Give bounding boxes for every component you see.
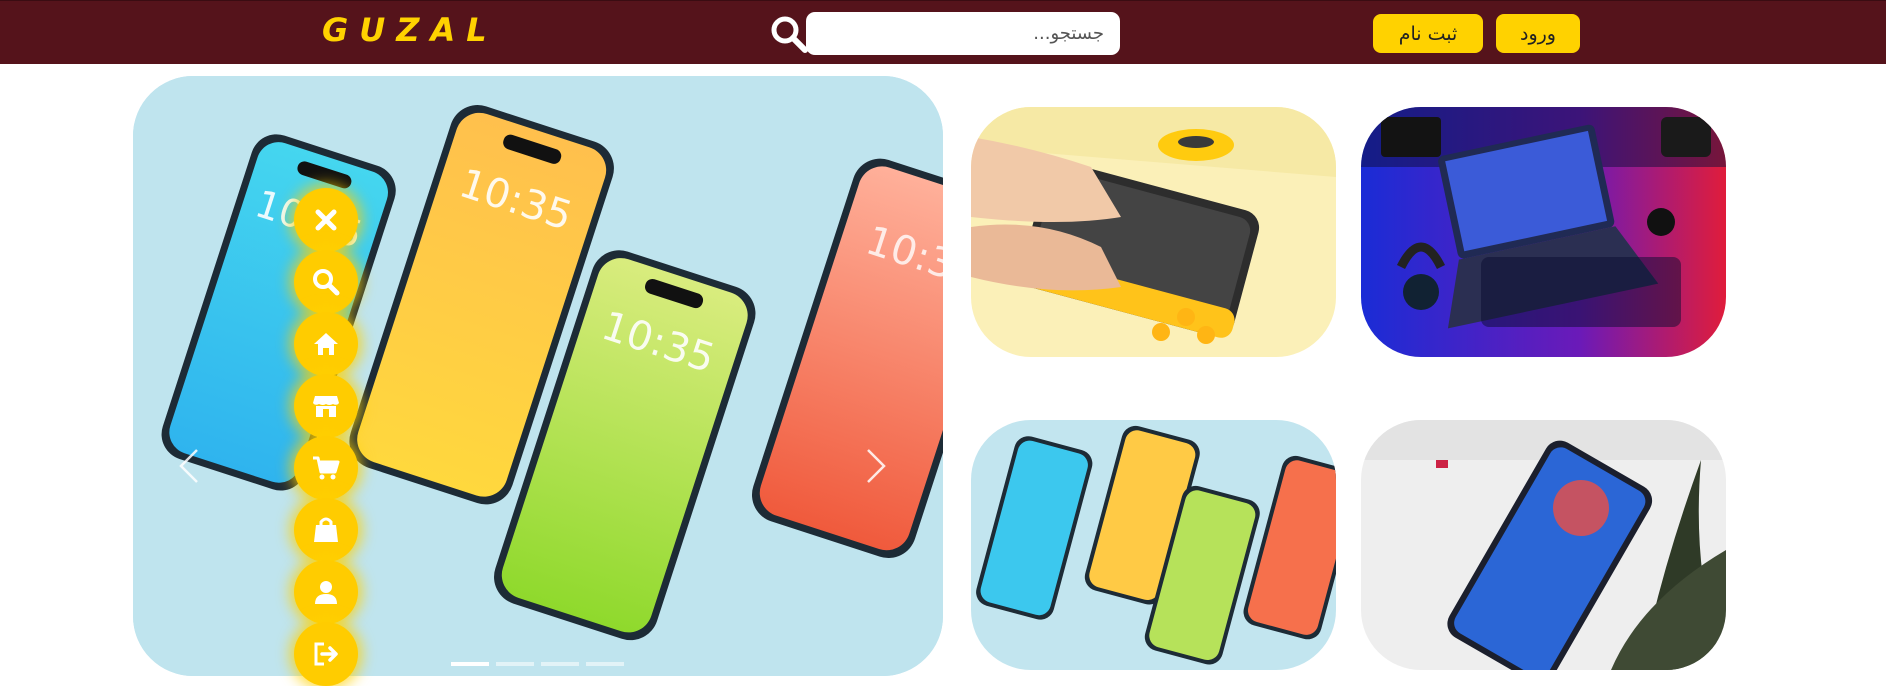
chevron-right-icon[interactable]	[860, 446, 890, 486]
site-logo[interactable]: GUZAL	[322, 11, 498, 49]
register-button[interactable]: ثبت نام	[1373, 14, 1483, 53]
home-icon	[314, 333, 338, 355]
cart-icon	[313, 456, 340, 480]
top-navbar: GUZAL ثبت نام ورود	[0, 0, 1886, 64]
logout-icon	[314, 642, 338, 666]
store-icon	[313, 396, 339, 417]
shopping-bag-icon	[314, 517, 338, 542]
carousel-dot-3[interactable]	[541, 662, 579, 666]
menu-logout-button[interactable]	[294, 622, 358, 686]
login-button[interactable]: ورود	[1496, 14, 1580, 53]
close-icon	[315, 209, 337, 231]
carousel-slide-image: 10:35 10:35 10:35 10:35	[133, 76, 943, 676]
user-icon	[315, 581, 337, 604]
search-icon	[313, 269, 340, 296]
menu-cart-button[interactable]	[294, 436, 358, 500]
menu-close-button[interactable]	[294, 188, 358, 252]
carousel-dot-1[interactable]	[451, 662, 489, 666]
carousel-dot-2[interactable]	[496, 662, 534, 666]
menu-bag-button[interactable]	[294, 498, 358, 562]
colorful-phones-image[interactable]	[971, 420, 1336, 670]
chevron-left-icon[interactable]	[175, 446, 205, 486]
search-bar	[770, 12, 1120, 55]
carousel-dot-4[interactable]	[586, 662, 624, 666]
menu-search-button[interactable]	[294, 250, 358, 314]
keyboard-and-mouse-image[interactable]	[971, 107, 1336, 357]
menu-home-button[interactable]	[294, 312, 358, 376]
menu-user-button[interactable]	[294, 560, 358, 624]
carousel-pagination	[451, 662, 624, 666]
search-input[interactable]	[806, 12, 1120, 55]
gaming-laptop-desk-image[interactable]	[1361, 107, 1726, 357]
hero-carousel[interactable]: 10:35 10:35 10:35 10:35	[133, 76, 943, 676]
search-icon[interactable]	[770, 15, 808, 53]
menu-store-button[interactable]	[294, 374, 358, 438]
smartphone-on-table-image[interactable]	[1361, 420, 1726, 670]
